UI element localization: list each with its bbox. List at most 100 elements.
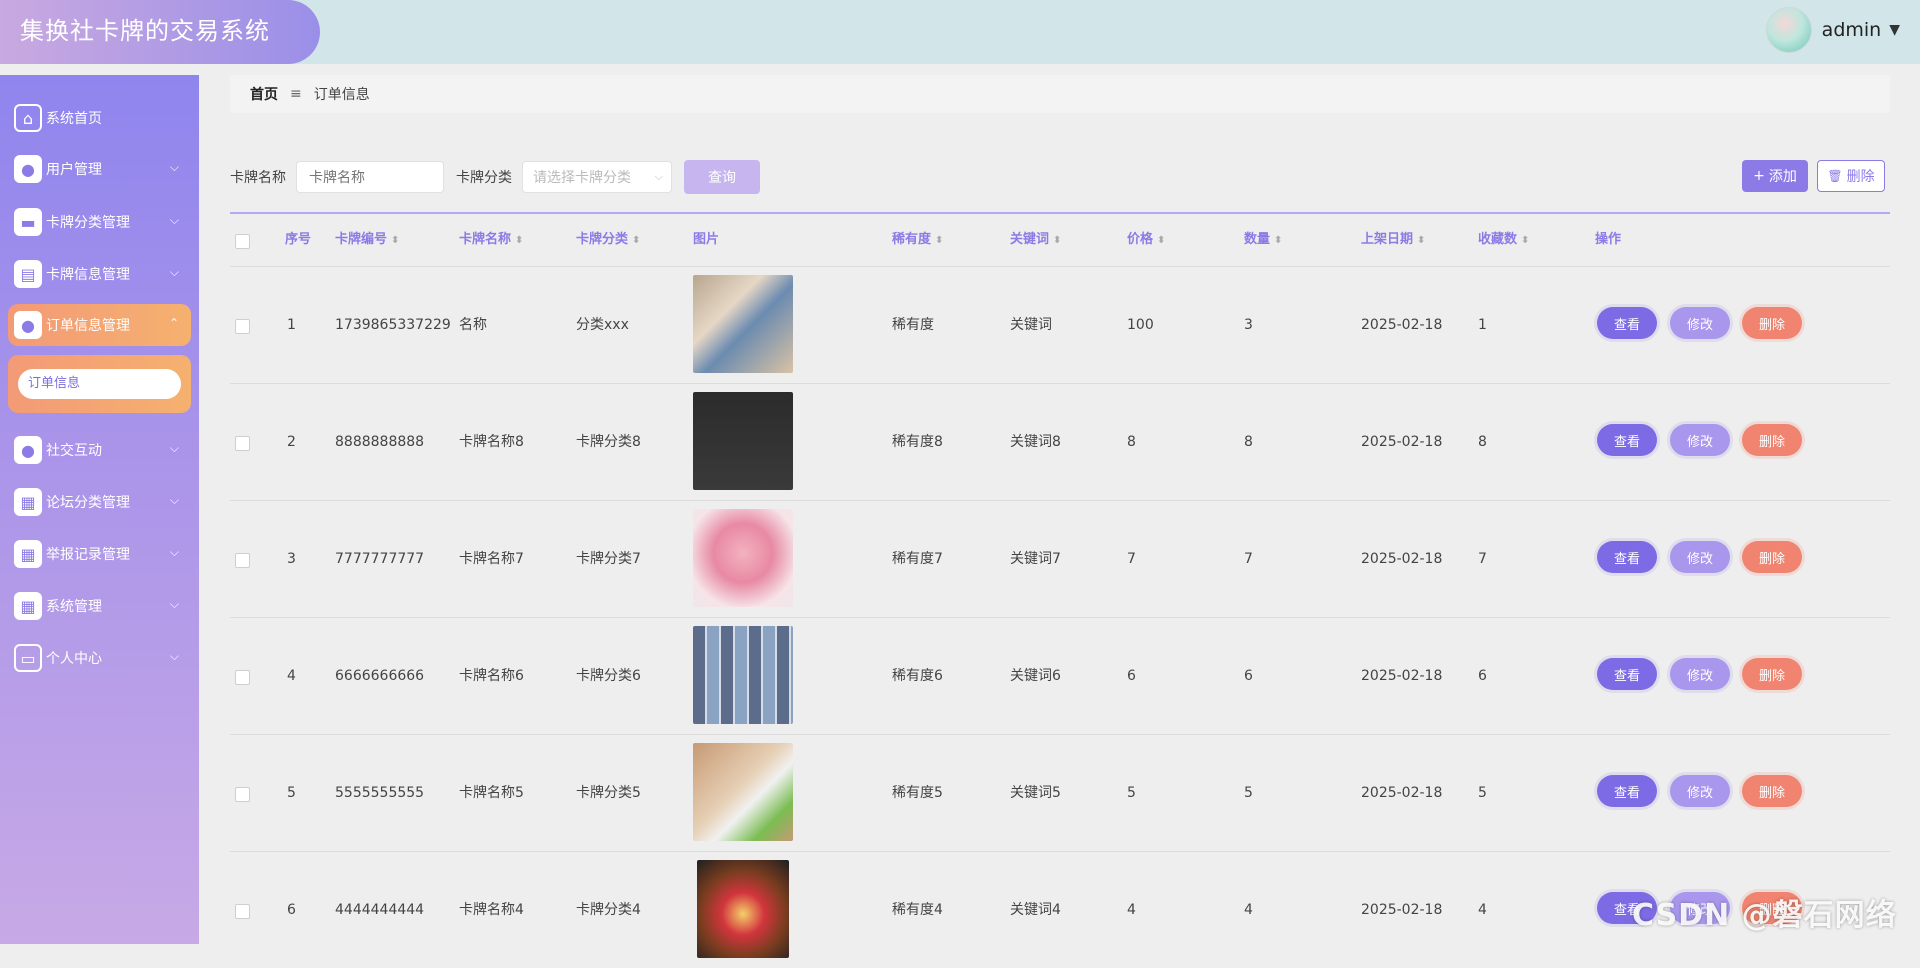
card-thumbnail[interactable]	[693, 509, 793, 607]
cell-rarity: 稀有度	[892, 317, 934, 333]
edit-button[interactable]: 修改	[1670, 307, 1730, 339]
chevron-down-icon: ⌵	[169, 441, 179, 455]
view-button[interactable]: 查看	[1597, 424, 1657, 456]
card-category-label: 卡牌分类	[456, 170, 512, 186]
row-checkbox[interactable]	[235, 436, 250, 451]
card-thumbnail[interactable]	[693, 275, 793, 373]
row-checkbox[interactable]	[235, 319, 250, 334]
cell-date: 2025-02-18	[1361, 902, 1443, 918]
view-button[interactable]: 查看	[1597, 775, 1657, 807]
th-date-label: 上架日期	[1361, 232, 1414, 247]
sort-icon[interactable]: ⬍	[935, 235, 943, 246]
sort-icon[interactable]: ⬍	[1274, 235, 1282, 246]
edit-button[interactable]: 修改	[1670, 658, 1730, 690]
sidebar-item-forum-category[interactable]: ▦ 论坛分类管理 ⌵	[8, 481, 191, 523]
card-name-input[interactable]	[296, 161, 444, 193]
order-table: 序号 卡牌编号 ⬍ 卡牌名称 ⬍ 卡牌分类 ⬍ 图片 稀有度 ⬍ 关键词 ⬍ 价格 ⬍ 数量…	[230, 212, 1890, 958]
card-thumbnail[interactable]	[697, 860, 789, 958]
sort-icon[interactable]: ⬍	[632, 235, 640, 246]
delete-button[interactable]: 删除	[1742, 658, 1802, 690]
sidebar-item-label: 论坛分类管理	[46, 495, 130, 511]
row-checkbox[interactable]	[235, 670, 250, 685]
sidebar-subitem-order-info[interactable]: 订单信息	[18, 369, 181, 399]
sidebar: ⌂ 系统首页 ● 用户管理 ⌵ ▬ 卡牌分类管理 ⌵ ▤ 卡牌信息管理 ⌵ ● …	[0, 75, 199, 944]
edit-button[interactable]: 修改	[1670, 541, 1730, 573]
cell-date: 2025-02-18	[1361, 317, 1443, 333]
cell-keyword: 关键词6	[1010, 668, 1061, 684]
sort-icon[interactable]: ⬍	[1521, 235, 1529, 246]
query-button[interactable]: 查询	[684, 160, 760, 194]
user-name[interactable]: admin	[1822, 19, 1882, 41]
cell-index: 1	[287, 317, 296, 333]
sidebar-item-profile[interactable]: ▭ 个人中心 ⌵	[8, 637, 191, 679]
app-title: 集换社卡牌的交易系统	[20, 17, 270, 45]
table-row: 4 6666666666 卡牌名称6 卡牌分类6 稀有度6 关键词6 6 6 2025-02-1…	[230, 617, 1890, 734]
sidebar-item-social[interactable]: ● 社交互动 ⌵	[8, 429, 191, 471]
sort-icon[interactable]: ⬍	[1053, 235, 1061, 246]
chevron-down-icon: ⌵	[169, 493, 179, 507]
th-rarity[interactable]: 稀有度 ⬍	[892, 214, 943, 267]
cell-index: 5	[287, 785, 296, 801]
row-checkbox[interactable]	[235, 904, 250, 919]
sidebar-item-card-info[interactable]: ▤ 卡牌信息管理 ⌵	[8, 253, 191, 295]
sidebar-item-orders[interactable]: ● 订单信息管理 ⌃	[8, 304, 191, 346]
th-keyword[interactable]: 关键词 ⬍	[1010, 214, 1061, 267]
th-name[interactable]: 卡牌名称 ⬍	[459, 214, 523, 267]
sidebar-item-users[interactable]: ● 用户管理 ⌵	[8, 148, 191, 190]
delete-button[interactable]: 删除	[1742, 775, 1802, 807]
card-category-placeholder: 请选择卡牌分类	[533, 170, 631, 186]
row-checkbox[interactable]	[235, 787, 250, 802]
sort-icon[interactable]: ⬍	[391, 235, 399, 246]
row-checkbox[interactable]	[235, 553, 250, 568]
user-menu[interactable]: admin ▼	[1765, 7, 1900, 53]
select-all-checkbox[interactable]	[235, 234, 250, 249]
delete-button[interactable]: 删除	[1742, 307, 1802, 339]
grid-icon: ▦	[14, 540, 42, 568]
sort-icon[interactable]: ⬍	[1417, 235, 1425, 246]
chevron-down-icon: ⌵	[169, 545, 179, 559]
sidebar-item-home[interactable]: ⌂ 系统首页	[8, 97, 191, 139]
view-button[interactable]: 查看	[1597, 658, 1657, 690]
add-button[interactable]: + 添加	[1742, 160, 1808, 192]
sidebar-item-system[interactable]: ▦ 系统管理 ⌵	[8, 585, 191, 627]
batch-delete-button[interactable]: 🗑 删除	[1817, 160, 1885, 192]
table-row: 3 7777777777 卡牌名称7 卡牌分类7 稀有度7 关键词7 7 7 2025-02-1…	[230, 500, 1890, 617]
caret-down-icon[interactable]: ▼	[1889, 22, 1900, 38]
th-favorites[interactable]: 收藏数 ⬍	[1478, 214, 1529, 267]
card-thumbnail[interactable]	[693, 626, 793, 724]
cell-price: 5	[1127, 785, 1136, 801]
th-code-label: 卡牌编号	[335, 232, 388, 247]
th-category[interactable]: 卡牌分类 ⬍	[576, 214, 640, 267]
cell-quantity: 7	[1244, 551, 1253, 567]
th-ops: 操作	[1595, 232, 1622, 247]
cell-rarity: 稀有度5	[892, 785, 943, 801]
th-quantity[interactable]: 数量 ⬍	[1244, 214, 1282, 267]
chevron-down-icon: ⌵	[169, 649, 179, 663]
edit-button[interactable]: 修改	[1670, 775, 1730, 807]
cell-favorites: 4	[1478, 902, 1487, 918]
avatar[interactable]	[1765, 7, 1812, 53]
card-thumbnail[interactable]	[693, 743, 793, 841]
chevron-down-icon: ⌵	[169, 597, 179, 611]
cell-price: 7	[1127, 551, 1136, 567]
grid-icon: ▦	[14, 592, 42, 620]
th-price[interactable]: 价格 ⬍	[1127, 214, 1165, 267]
th-code[interactable]: 卡牌编号 ⬍	[335, 214, 399, 267]
delete-button[interactable]: 删除	[1742, 541, 1802, 573]
card-thumbnail[interactable]	[693, 392, 793, 490]
sidebar-item-reports[interactable]: ▦ 举报记录管理 ⌵	[8, 533, 191, 575]
sort-icon[interactable]: ⬍	[515, 235, 523, 246]
cell-favorites: 8	[1478, 434, 1487, 450]
cell-date: 2025-02-18	[1361, 785, 1443, 801]
edit-button[interactable]: 修改	[1670, 424, 1730, 456]
view-button[interactable]: 查看	[1597, 307, 1657, 339]
sort-icon[interactable]: ⬍	[1157, 235, 1165, 246]
trash-icon: 🗑	[1827, 169, 1843, 183]
view-button[interactable]: 查看	[1597, 541, 1657, 573]
breadcrumb-home[interactable]: 首页	[250, 84, 278, 104]
cell-quantity: 4	[1244, 902, 1253, 918]
delete-button[interactable]: 删除	[1742, 424, 1802, 456]
th-date[interactable]: 上架日期 ⬍	[1361, 214, 1425, 267]
sidebar-item-card-category[interactable]: ▬ 卡牌分类管理 ⌵	[8, 201, 191, 243]
card-category-select[interactable]: 请选择卡牌分类 ⌵	[522, 161, 672, 193]
